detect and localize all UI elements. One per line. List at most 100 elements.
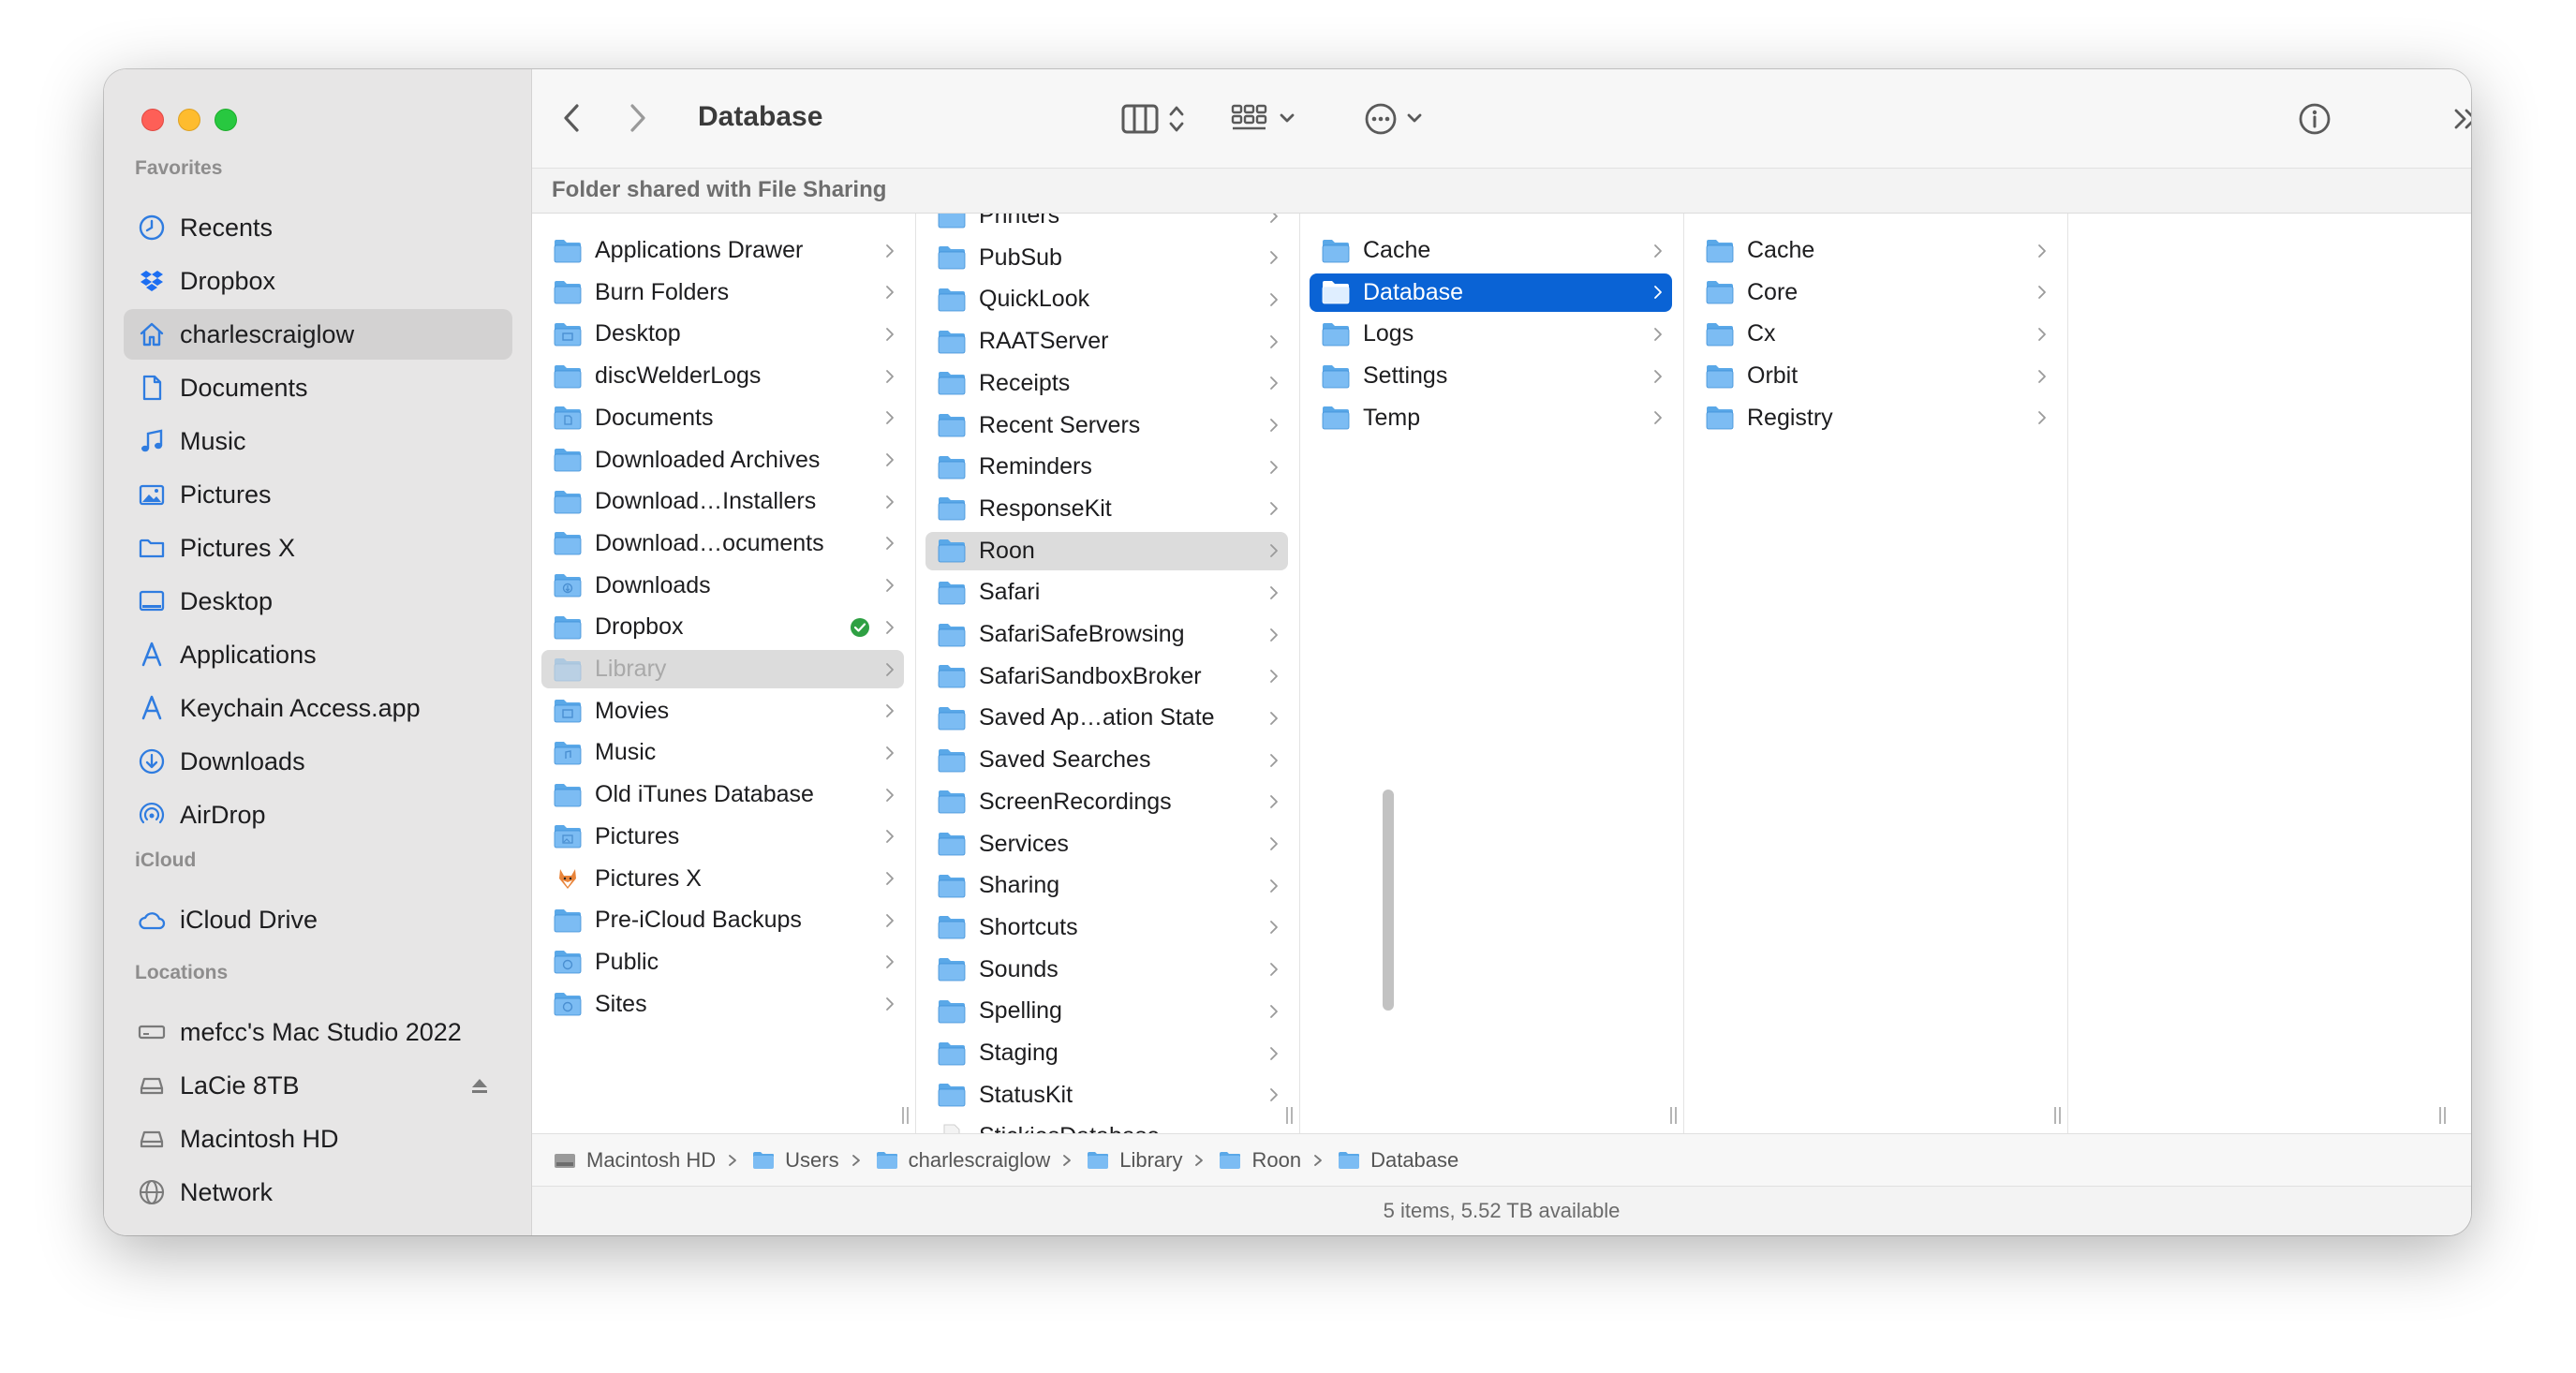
sidebar-item-recents[interactable]: Recents	[124, 202, 512, 253]
folder-row-core[interactable]: Core	[1694, 273, 2056, 312]
sidebar-item-charlescraiglow[interactable]: charlescraiglow	[124, 309, 512, 360]
column-resize-handle[interactable]	[1284, 1107, 1294, 1126]
folder-row-cache[interactable]: Cache	[1694, 231, 2056, 270]
folder-row-saved-ap-ation-state[interactable]: Saved Ap…ation State	[925, 699, 1288, 737]
folder-row-settings[interactable]: Settings	[1310, 357, 1672, 395]
path-crumb-roon[interactable]: Roon	[1218, 1148, 1301, 1173]
folder-row-shortcuts[interactable]: Shortcuts	[925, 908, 1288, 947]
folder-row-registry[interactable]: Registry	[1694, 399, 2056, 437]
folder-row-dropbox[interactable]: Dropbox	[541, 608, 904, 646]
sidebar-item-macintosh-hd[interactable]: Macintosh HD	[124, 1114, 512, 1164]
eject-icon[interactable]	[467, 1073, 492, 1098]
sidebar-item-downloads[interactable]: Downloads	[124, 736, 512, 787]
path-crumb-charlescraiglow[interactable]: charlescraiglow	[875, 1148, 1050, 1173]
sidebar-item-airdrop[interactable]: AirDrop	[124, 790, 512, 840]
path-crumb-macintosh-hd[interactable]: Macintosh HD	[553, 1148, 716, 1173]
folder-row-receipts[interactable]: Receipts	[925, 364, 1288, 403]
folder-row-library[interactable]: Library	[541, 650, 904, 688]
column-resize-handle[interactable]	[2437, 1107, 2447, 1126]
folder-row-downloads[interactable]: Downloads	[541, 567, 904, 605]
path-crumb-users[interactable]: Users	[751, 1148, 839, 1173]
column-resize-handle[interactable]	[2052, 1107, 2062, 1126]
folder-icon	[553, 908, 583, 934]
folder-row-safari[interactable]: Safari	[925, 573, 1288, 612]
folder-row-raatserver[interactable]: RAATServer	[925, 322, 1288, 361]
sidebar-item-dropbox[interactable]: Dropbox	[124, 256, 512, 306]
sidebar-item-pictures-x[interactable]: Pictures X	[124, 523, 512, 573]
folder-row-temp[interactable]: Temp	[1310, 399, 1672, 437]
folder-row-roon[interactable]: Roon	[925, 531, 1288, 570]
folder-row-orbit[interactable]: Orbit	[1694, 357, 2056, 395]
folder-row-logs[interactable]: Logs	[1310, 315, 1672, 353]
folder-row-movies[interactable]: Movies	[541, 692, 904, 731]
forward-button[interactable]	[619, 97, 657, 139]
sidebar-item-pictures[interactable]: Pictures	[124, 469, 512, 520]
folder-row-pre-icloud-backups[interactable]: Pre-iCloud Backups	[541, 901, 904, 939]
folder-row-safarisandboxbroker[interactable]: SafariSandboxBroker	[925, 657, 1288, 696]
folder-row-documents[interactable]: Documents	[541, 399, 904, 437]
path-crumb-database[interactable]: Database	[1337, 1148, 1458, 1173]
folder-row-desktop[interactable]: Desktop	[541, 315, 904, 353]
column-resize-handle[interactable]	[900, 1107, 910, 1126]
sidebar-item-keychain-access-app[interactable]: Keychain Access.app	[124, 683, 512, 733]
folder-name: Recent Servers	[979, 411, 1141, 438]
path-crumb-library[interactable]: Library	[1086, 1148, 1182, 1173]
back-button[interactable]	[553, 97, 590, 139]
folder-row-staging[interactable]: Staging	[925, 1034, 1288, 1072]
folder-icon	[937, 214, 967, 229]
folder-row-safarisafebrowsing[interactable]: SafariSafeBrowsing	[925, 615, 1288, 654]
folder-row-pictures[interactable]: Pictures	[541, 818, 904, 856]
folder-row-sharing[interactable]: Sharing	[925, 866, 1288, 905]
folder-row-download-installers[interactable]: Download…Installers	[541, 482, 904, 521]
folder-row-recent-servers[interactable]: Recent Servers	[925, 406, 1288, 445]
folder-row-services[interactable]: Services	[925, 825, 1288, 864]
folder-row-stickiesdatabase[interactable]: StickiesDatabase	[925, 1117, 1288, 1133]
sidebar-item-lacie-8tb[interactable]: LaCie 8TB	[124, 1060, 512, 1111]
sidebar-item-network[interactable]: Network	[124, 1167, 512, 1218]
folder-row-downloaded-archives[interactable]: Downloaded Archives	[541, 441, 904, 480]
minimize-window-button[interactable]	[178, 109, 200, 131]
sidebar-item-documents[interactable]: Documents	[124, 362, 512, 413]
folder-row-screenrecordings[interactable]: ScreenRecordings	[925, 783, 1288, 821]
folder-row-discwelderlogs[interactable]: discWelderLogs	[541, 357, 904, 395]
folder-row-download-ocuments[interactable]: Download…ocuments	[541, 524, 904, 563]
folder-row-saved-searches[interactable]: Saved Searches	[925, 741, 1288, 779]
action-menu-button[interactable]	[1361, 99, 1436, 139]
folder-row-quicklook[interactable]: QuickLook	[925, 280, 1288, 318]
disclosure-chevron-icon	[1270, 292, 1278, 306]
folder-row-pictures-x[interactable]: Pictures X	[541, 860, 904, 898]
view-mode-button[interactable]	[1118, 99, 1193, 139]
disclosure-chevron-icon	[886, 620, 894, 634]
folder-row-database[interactable]: Database	[1310, 273, 1672, 312]
folder-row-reminders[interactable]: Reminders	[925, 448, 1288, 486]
folder-row-pubsub[interactable]: PubSub	[925, 239, 1288, 277]
folder-row-applications-drawer[interactable]: Applications Drawer	[541, 231, 904, 270]
disclosure-chevron-icon	[886, 411, 894, 425]
folder-row-burn-folders[interactable]: Burn Folders	[541, 273, 904, 312]
folder-row-cache[interactable]: Cache	[1310, 231, 1672, 270]
zoom-window-button[interactable]	[215, 109, 237, 131]
column-2-scrollbar[interactable]	[1383, 790, 1394, 1011]
column-resize-handle[interactable]	[1668, 1107, 1678, 1126]
close-window-button[interactable]	[141, 109, 164, 131]
info-button[interactable]	[2295, 99, 2334, 139]
folder-row-old-itunes-database[interactable]: Old iTunes Database	[541, 775, 904, 814]
folder-row-printers[interactable]: Printers	[925, 214, 1288, 235]
folder-row-spelling[interactable]: Spelling	[925, 992, 1288, 1030]
sidebar-item-icloud-drive[interactable]: iCloud Drive	[124, 894, 512, 945]
folder-row-responsekit[interactable]: ResponseKit	[925, 490, 1288, 528]
folder-row-public[interactable]: Public	[541, 943, 904, 982]
folder-row-cx[interactable]: Cx	[1694, 315, 2056, 353]
folder-name: Cache	[1747, 237, 1815, 263]
more-toolbar-items-button[interactable]	[2447, 99, 2471, 139]
folder-row-sites[interactable]: Sites	[541, 985, 904, 1024]
sidebar-item-desktop[interactable]: Desktop	[124, 576, 512, 627]
group-button[interactable]	[1228, 99, 1303, 139]
folder-row-music[interactable]: Music	[541, 733, 904, 772]
sidebar-item-applications[interactable]: Applications	[124, 629, 512, 680]
folder-row-sounds[interactable]: Sounds	[925, 951, 1288, 989]
sidebar-item-music[interactable]: Music	[124, 416, 512, 466]
disclosure-chevron-icon	[1270, 837, 1278, 850]
folder-row-statuskit[interactable]: StatusKit	[925, 1076, 1288, 1115]
sidebar-item-mefcc-s-mac-studio-2022[interactable]: mefcc's Mac Studio 2022	[124, 1007, 512, 1057]
